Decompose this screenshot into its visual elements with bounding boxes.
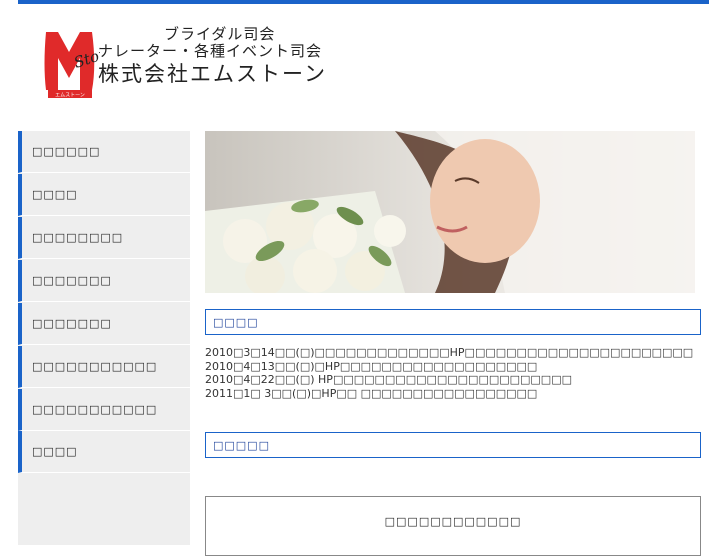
logo-badge-text: エムストーン [55,93,85,99]
nav-item-8[interactable]: □□□□ [18,431,190,473]
sidebar-nav: □□□□□□ □□□□ □□□□□□□□ □□□□□□□ □□□□□□□ □□□… [18,131,190,545]
nav-item-7[interactable]: □□□□□□□□□□□ [18,389,190,431]
news-item[interactable]: 2010□3□14□□(□)□□□□□□□□□□□□□HP□□□□□□□□□□□… [205,346,701,360]
news-list: 2010□3□14□□(□)□□□□□□□□□□□□□HP□□□□□□□□□□□… [205,346,701,400]
bride-photo [205,131,695,293]
content-box-label: □□□□□□□□□□□□ [384,515,522,528]
news-item[interactable]: 2010□4□13□□(□)□HP□□□□□□□□□□□□□□□□□□□ [205,360,701,374]
nav-item-5[interactable]: □□□□□□□ [18,303,190,345]
site-header: エムストーン Stone ブライダル司会 ナレーター・各種イベント司会 株式会社… [18,4,709,124]
nav-item-1[interactable]: □□□□□□ [18,131,190,173]
news-section-header: □□□□ [205,309,701,335]
company-name: 株式会社エムストーン [98,62,327,86]
header-text: ブライダル司会 ナレーター・各種イベント司会 株式会社エムストーン [98,25,327,86]
hero-image [205,131,695,293]
tagline-events: ナレーター・各種イベント司会 [98,42,323,60]
news-item[interactable]: 2010□4□22□□(□) HP□□□□□□□□□□□□□□□□□□□□□□□ [205,373,701,387]
nav-item-4[interactable]: □□□□□□□ [18,260,190,302]
tagline-bridal: ブライダル司会 [164,25,276,43]
news-item[interactable]: 2011□1□ 3□□(□)□HP□□ □□□□□□□□□□□□□□□□□ [205,387,701,401]
nav-item-6[interactable]: □□□□□□□□□□□ [18,346,190,388]
company-logo[interactable]: エムストーン Stone [40,24,100,100]
nav-item-2[interactable]: □□□□ [18,174,190,216]
nav-item-3[interactable]: □□□□□□□□ [18,217,190,259]
content-box: □□□□□□□□□□□□ [205,496,701,556]
second-section-header: □□□□□ [205,432,701,458]
